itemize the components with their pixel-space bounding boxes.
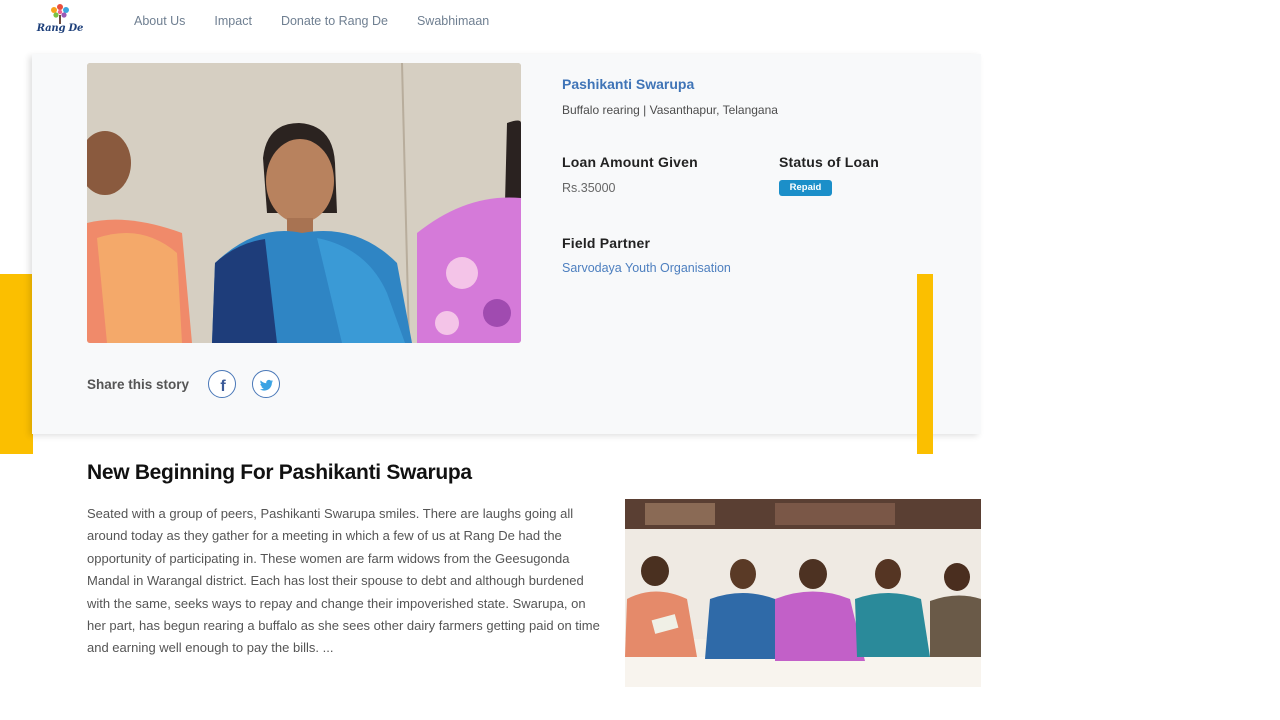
field-partner-label: Field Partner bbox=[562, 235, 651, 251]
twitter-icon bbox=[260, 379, 273, 391]
story-body: Seated with a group of peers, Pashikanti… bbox=[87, 506, 600, 656]
facebook-icon: f bbox=[220, 378, 226, 395]
borrower-name[interactable]: Pashikanti Swarupa bbox=[562, 76, 694, 92]
nav-donate[interactable]: Donate to Rang De bbox=[281, 14, 388, 28]
loan-status-badge: Repaid bbox=[779, 180, 832, 196]
accent-bar-right bbox=[917, 274, 933, 454]
story-title: New Beginning For Pashikanti Swarupa bbox=[87, 461, 472, 484]
facebook-share-button[interactable]: f bbox=[208, 370, 236, 398]
nav-swabhimaan[interactable]: Swabhimaan bbox=[417, 14, 489, 28]
logo-tree-icon bbox=[51, 4, 69, 24]
loan-status-label: Status of Loan bbox=[779, 154, 880, 170]
loan-amount-value: Rs.35000 bbox=[562, 181, 616, 195]
accent-bar-left bbox=[0, 274, 33, 454]
nav-about-us[interactable]: About Us bbox=[134, 14, 185, 28]
rangde-logo[interactable]: Rang De bbox=[33, 2, 87, 40]
loan-amount-label: Loan Amount Given bbox=[562, 154, 698, 170]
main-nav: About Us Impact Donate to Rang De Swabhi… bbox=[134, 14, 518, 28]
twitter-share-button[interactable] bbox=[252, 370, 280, 398]
svg-text:f: f bbox=[220, 378, 226, 395]
group-photo bbox=[625, 499, 981, 687]
field-partner-link[interactable]: Sarvodaya Youth Organisation bbox=[562, 261, 731, 275]
borrower-photo bbox=[87, 63, 521, 343]
borrower-activity-location: Buffalo rearing | Vasanthapur, Telangana bbox=[562, 103, 778, 117]
logo-text: Rang De bbox=[36, 23, 84, 34]
nav-impact[interactable]: Impact bbox=[214, 14, 252, 28]
top-navbar: Rang De About Us Impact Donate to Rang D… bbox=[0, 0, 1280, 44]
share-label: Share this story bbox=[87, 377, 190, 392]
